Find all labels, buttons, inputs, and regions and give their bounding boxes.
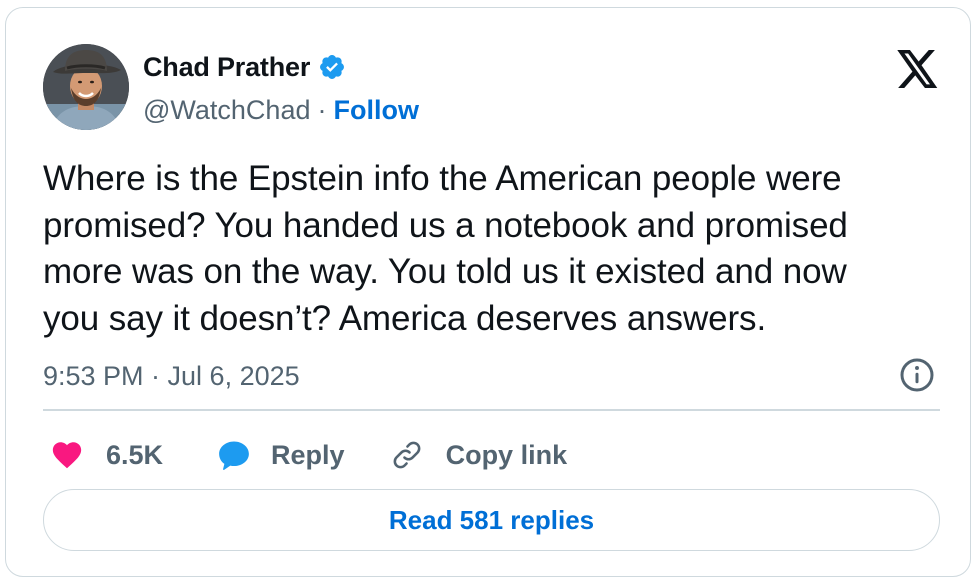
avatar-image bbox=[43, 44, 129, 130]
like-count: 6.5K bbox=[106, 439, 164, 470]
separator-dot: · bbox=[317, 94, 327, 125]
verified-badge-icon bbox=[318, 53, 346, 81]
like-button[interactable]: 6.5K bbox=[50, 438, 163, 472]
author-handle[interactable]: @WatchChad bbox=[143, 95, 310, 126]
follow-link[interactable]: Follow bbox=[333, 95, 418, 126]
copy-link-label: Copy link bbox=[445, 439, 568, 470]
author-name[interactable]: Chad Prather bbox=[143, 52, 310, 83]
tweet-text: Where is the Epstein info the American p… bbox=[43, 159, 848, 338]
tweet-timestamp[interactable]: 9:53 PM · Jul 6, 2025 bbox=[43, 358, 300, 394]
reply-button[interactable]: Reply bbox=[217, 438, 345, 472]
read-replies-button[interactable]: Read 581 replies bbox=[43, 489, 940, 551]
avatar[interactable] bbox=[43, 44, 129, 130]
info-icon[interactable] bbox=[899, 357, 935, 393]
reply-label: Reply bbox=[271, 439, 345, 470]
heart-icon bbox=[50, 438, 84, 472]
tweet-card: Chad Prather @WatchChad · Follow Where i… bbox=[5, 7, 971, 577]
copy-link-button[interactable]: Copy link bbox=[390, 438, 568, 472]
action-bar: 6.5K Reply Copy link bbox=[50, 433, 567, 477]
author-name-row: Chad Prather bbox=[143, 50, 346, 84]
link-icon bbox=[390, 438, 424, 472]
author-handle-row: @WatchChad · Follow bbox=[143, 93, 419, 127]
speech-bubble-icon bbox=[217, 438, 251, 472]
divider bbox=[43, 409, 940, 411]
x-logo-icon[interactable] bbox=[897, 50, 939, 88]
